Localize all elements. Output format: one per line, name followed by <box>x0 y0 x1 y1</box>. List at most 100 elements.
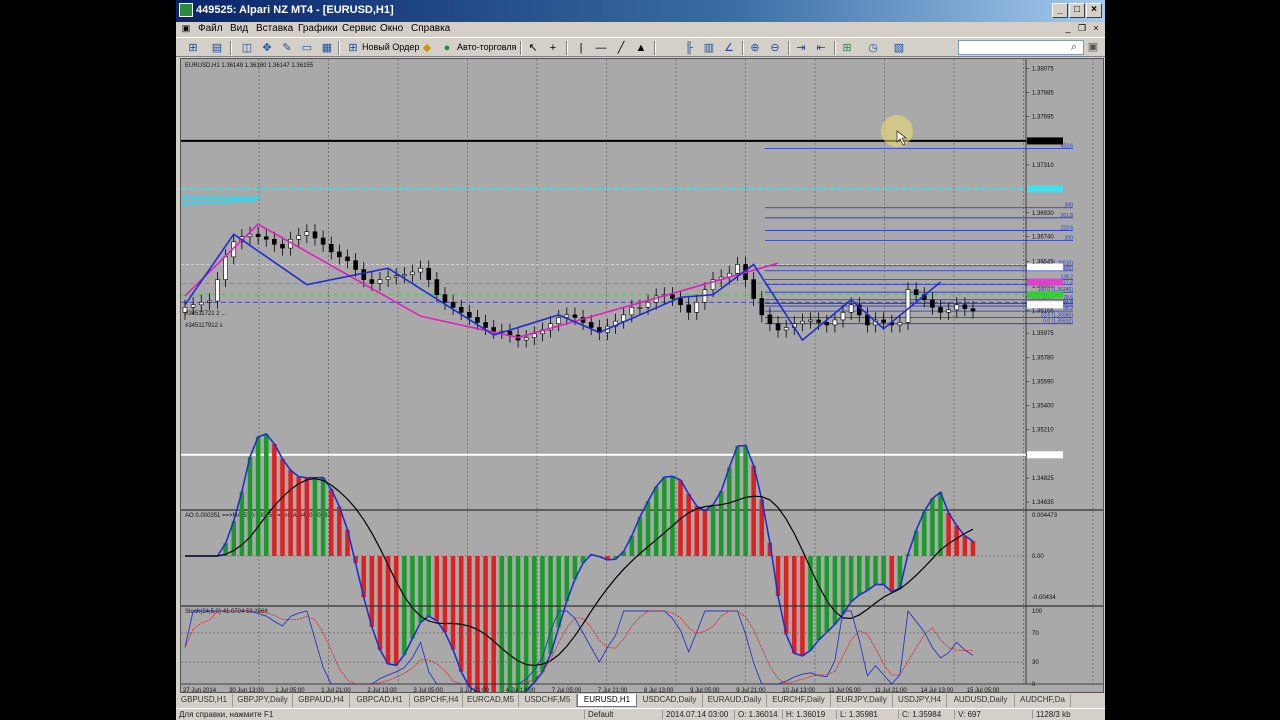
community-icon[interactable]: ▣ <box>1086 40 1100 54</box>
strategy-tester-icon[interactable]: ▦ <box>320 41 334 55</box>
horizontal-line-icon[interactable]: — <box>594 41 608 55</box>
candle-body <box>353 260 358 270</box>
menu-tools[interactable]: Сервис <box>342 23 376 34</box>
search-icon[interactable]: ⌕ <box>1067 40 1081 54</box>
candle-body <box>775 323 781 331</box>
chart-tab[interactable]: GBPJPY,Daily <box>233 694 293 707</box>
status-traffic: 1128/3 kb <box>1032 710 1071 719</box>
chart-tab[interactable]: GBPCHF,H4 <box>410 694 463 707</box>
shapes-icon[interactable]: ▲ <box>634 41 648 55</box>
crosshair-icon[interactable]: + <box>546 41 560 55</box>
toolbar: ⊞ ▤ ◫ ✥ ✎ ▭ ▦ ⊞ Новый Ордер ◆ ● Авто-тор… <box>176 37 1105 57</box>
candle-body <box>361 269 367 280</box>
stoch-level-label: 30 <box>1032 660 1039 666</box>
chart-tab[interactable]: EURJPY,Daily <box>831 694 893 707</box>
price-tick-label: 1.35590 <box>1032 380 1054 386</box>
autotrading-icon[interactable]: ● <box>440 41 454 55</box>
cyan-segment <box>181 199 256 206</box>
data-window-icon[interactable]: ✎ <box>280 41 294 55</box>
chart-window-icon[interactable]: ▣ <box>180 23 192 35</box>
autotrading-button[interactable]: Авто-торговля <box>457 40 516 55</box>
candle-body <box>418 267 423 273</box>
chart-tab[interactable]: AUDCHF,Da <box>1015 694 1071 707</box>
time-tick-label: 3 Jul 21:00 <box>460 688 490 693</box>
time-tick-label: 2 Jul 13:00 <box>367 688 397 693</box>
chart-tab[interactable]: USDCHF,M5 <box>519 694 577 707</box>
chart-tab[interactable]: USDJPY,H4 <box>893 694 947 707</box>
candle-body <box>645 301 651 308</box>
fib-level-label: 200 <box>1065 236 1074 242</box>
menu-charts[interactable]: Графики <box>298 23 338 34</box>
maximize-button[interactable]: □ <box>1069 3 1085 18</box>
periods-icon[interactable]: ◷ <box>866 41 880 55</box>
candle-body <box>767 314 773 325</box>
time-tick-label: 3 Jul 05:00 <box>414 688 444 693</box>
menu-insert[interactable]: Вставка <box>256 23 293 34</box>
title-bar[interactable]: 449525: Alpari NZ MT4 - [EURUSD,H1] _ □ … <box>176 0 1105 22</box>
cursor-icon[interactable]: ↖ <box>526 41 540 55</box>
market-watch-icon[interactable]: ◫ <box>240 41 254 55</box>
candle-body <box>962 304 968 309</box>
candle-body <box>686 304 691 313</box>
candle-body <box>328 243 334 253</box>
candle-body <box>442 294 448 303</box>
candle-body <box>751 279 756 299</box>
chart-tab[interactable]: EURAUD,Daily <box>703 694 767 707</box>
new-order-button[interactable]: Новый Ордер <box>362 40 419 55</box>
candle-chart-icon[interactable]: ▥ <box>702 41 716 55</box>
chart-tab[interactable]: GBPAUD,H4 <box>293 694 350 707</box>
candle-body <box>320 237 326 245</box>
fib-level-label: 23.6 (1.35980) <box>1040 312 1073 318</box>
price-tick-label: 1.35780 <box>1032 356 1054 362</box>
chart-tab[interactable]: AUDUSD,Daily <box>947 694 1015 707</box>
vertical-line-icon[interactable]: | <box>574 41 588 55</box>
chart-tab[interactable]: EURCAD,M5 <box>463 694 519 707</box>
zoom-out-icon[interactable]: ⊖ <box>768 41 782 55</box>
line-chart-icon[interactable]: ∠ <box>722 41 736 55</box>
mdi-minimize-icon[interactable]: _ <box>1062 23 1074 35</box>
new-chart-icon[interactable]: ⊞ <box>186 41 200 55</box>
status-bar: Для справки, нажмите F1 Default 2014.07.… <box>176 708 1105 720</box>
chart-tab[interactable]: EURCHF,Daily <box>767 694 831 707</box>
candle-body <box>458 307 464 313</box>
terminal-icon[interactable]: ▭ <box>300 41 314 55</box>
price-chart[interactable]: 1.380751.378851.376951.375001.373101.371… <box>181 59 1104 693</box>
chart-tab[interactable]: EURUSD,H1 <box>577 694 637 707</box>
candle-body <box>426 267 432 280</box>
candle-body <box>946 309 951 313</box>
chart-tab[interactable]: GBPUSD,H1 <box>176 694 233 707</box>
auto-scroll-icon[interactable]: ⇥ <box>794 41 808 55</box>
menu-view[interactable]: Вид <box>230 23 248 34</box>
mdi-restore-icon[interactable]: ❐ <box>1076 23 1088 35</box>
stoch-level-label: 0 <box>1032 682 1036 688</box>
templates-icon[interactable]: ▧ <box>892 41 906 55</box>
menu-window[interactable]: Окно <box>380 23 403 34</box>
menu-help[interactable]: Справка <box>411 23 450 34</box>
profiles-icon[interactable]: ▤ <box>210 41 224 55</box>
bar-chart-icon[interactable]: ╟ <box>682 41 696 55</box>
new-order-icon[interactable]: ⊞ <box>346 41 360 55</box>
chart-tab[interactable]: GBPCAD,H1 <box>350 694 410 707</box>
price-marker <box>1027 137 1063 145</box>
chart-shift-icon[interactable]: ⇤ <box>814 41 828 55</box>
chart-area[interactable]: 1.380751.378851.376951.375001.373101.371… <box>180 58 1104 693</box>
trendline-icon[interactable]: ╱ <box>614 41 628 55</box>
zoom-in-icon[interactable]: ⊕ <box>748 41 762 55</box>
candle-body <box>345 256 350 261</box>
mdi-close-icon[interactable]: × <box>1090 23 1102 35</box>
navigator-icon[interactable]: ✥ <box>260 41 274 55</box>
chart-tab[interactable]: USDCAD,Daily <box>637 694 703 707</box>
menu-file[interactable]: Файл <box>198 23 223 34</box>
minimize-button[interactable]: _ <box>1052 3 1068 18</box>
metaeditor-icon[interactable]: ◆ <box>420 41 434 55</box>
candle-body <box>207 300 212 303</box>
close-button[interactable]: × <box>1086 3 1102 18</box>
indicators-icon[interactable]: ⊞ <box>840 41 854 55</box>
price-marker <box>1027 263 1063 271</box>
search-input[interactable] <box>958 40 1084 55</box>
time-tick-label: 27 Jun 2014 <box>183 688 217 693</box>
ao-level-label: 0.004473 <box>1032 513 1058 519</box>
time-tick-label: 14 Jul 13:00 <box>921 688 954 693</box>
status-low: L: 1.35981 <box>836 710 878 719</box>
candle-body <box>816 319 821 323</box>
